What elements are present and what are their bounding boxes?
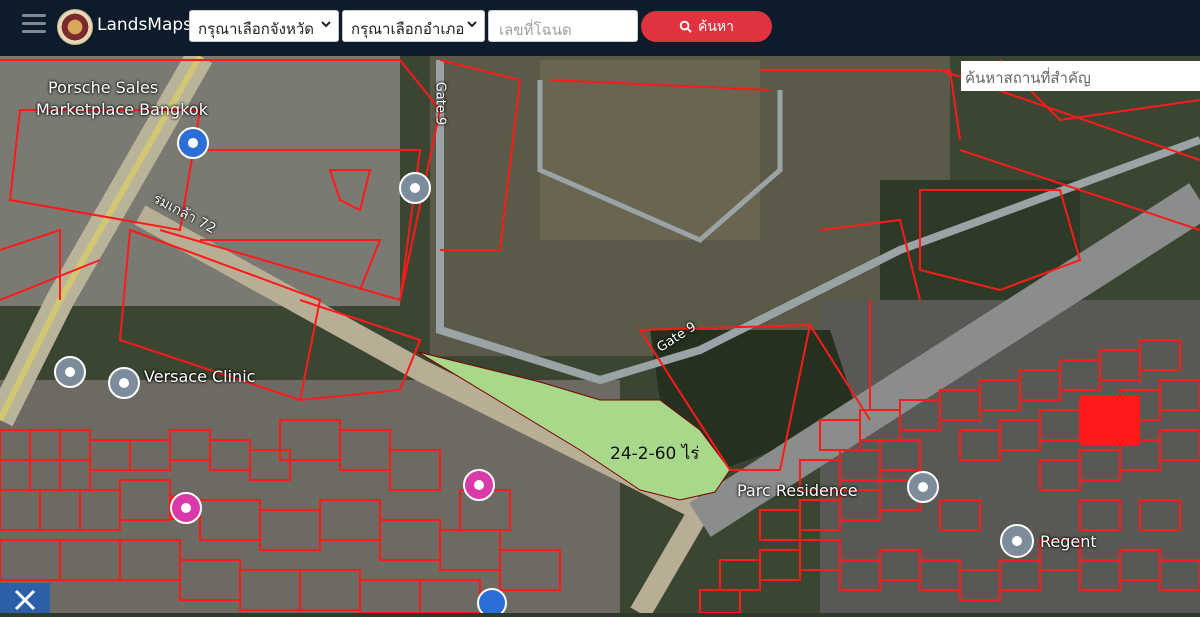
crosshair-icon[interactable] (0, 583, 50, 613)
plot-area-label: 24-2-60 ไร่ (610, 444, 700, 464)
poi-icon[interactable] (54, 356, 86, 388)
brand-title: LandsMaps (97, 15, 193, 35)
top-bar: LandsMaps กรุณาเลือกจังหวัด กรุณาเลือกอำ… (0, 0, 1200, 56)
map-canvas[interactable] (0, 56, 1200, 613)
poi-icon[interactable] (108, 367, 140, 399)
district-select-label: กรุณาเลือกอำเภอ (351, 20, 465, 38)
highlight-parcel (1080, 395, 1140, 445)
chevron-down-icon (467, 21, 477, 28)
search-button[interactable]: ค้นหา (641, 11, 772, 42)
poi-icon[interactable] (477, 588, 507, 613)
poi-icon[interactable] (463, 469, 495, 501)
urban-area (820, 300, 1200, 613)
search-icon (679, 20, 692, 33)
map-label-versace: Versace Clinic (144, 367, 256, 386)
map-label-regent: Regent (1040, 532, 1097, 551)
poi-icon[interactable] (1000, 524, 1034, 558)
poi-icon[interactable] (170, 492, 202, 524)
poi-icon[interactable] (177, 127, 209, 159)
poi-icon[interactable] (907, 471, 939, 503)
search-button-label: ค้นหา (697, 18, 735, 35)
chevron-down-icon (321, 21, 331, 28)
map-label-parc: Parc Residence (737, 481, 858, 500)
province-select-label: กรุณาเลือกจังหวัด (198, 20, 315, 38)
district-select[interactable]: กรุณาเลือกอำเภอ (342, 10, 485, 42)
map-label-porsche-2: Marketplace Bangkok (36, 100, 208, 119)
map-label-gate9: Gate 9 (432, 81, 448, 126)
logo-icon (57, 9, 93, 45)
province-select[interactable]: กรุณาเลือกจังหวัด (189, 10, 339, 42)
poi-icon[interactable] (399, 172, 431, 204)
map-label-porsche: Porsche Sales (48, 78, 159, 97)
terrain-area (540, 60, 760, 240)
deed-number-input[interactable]: เลขที่โฉนด (488, 10, 638, 42)
menu-icon[interactable] (22, 14, 46, 34)
place-search-input[interactable]: ค้นหาสถานที่สำคัญ (961, 61, 1200, 91)
